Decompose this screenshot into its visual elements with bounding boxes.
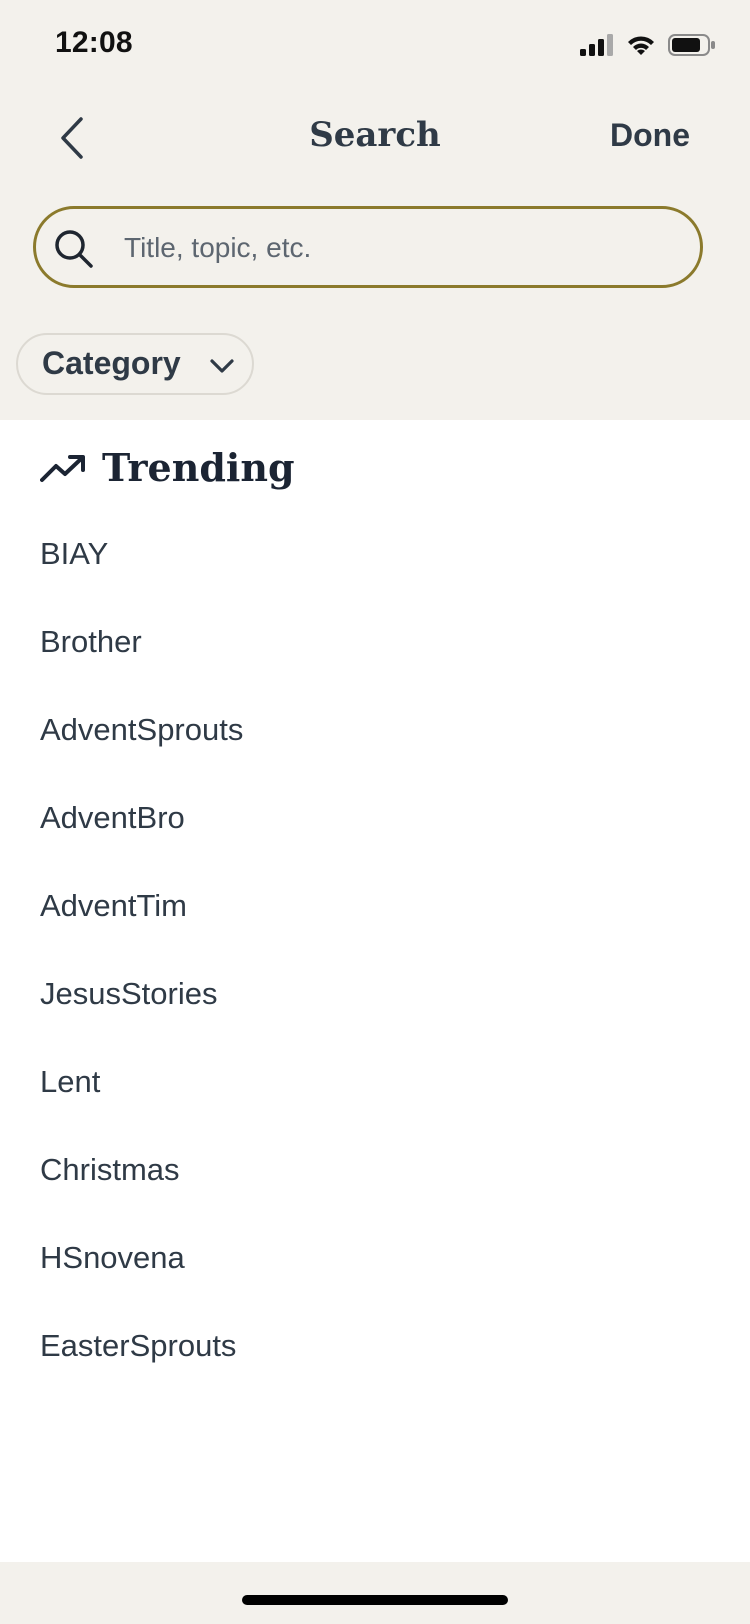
trending-item[interactable]: Lent [0,1038,750,1126]
trending-header: Trending [40,438,295,498]
trending-up-icon [40,455,85,482]
trending-section: Trending BIAY Brother AdventSprouts Adve… [0,420,750,1562]
search-field[interactable] [33,206,703,288]
navigation-bar: Search Done [0,95,750,185]
trending-item[interactable]: Brother [0,598,750,686]
trending-item[interactable]: JesusStories [0,950,750,1038]
chevron-down-icon [210,359,234,373]
search-input[interactable] [122,219,686,277]
bottom-safe-area [0,1562,750,1624]
wifi-icon [628,36,654,55]
trending-item[interactable]: HSnovena [0,1214,750,1302]
trending-item[interactable]: AdventBro [0,774,750,862]
trending-item[interactable]: AdventSprouts [0,686,750,774]
category-filter-button[interactable]: Category [16,333,254,395]
home-indicator[interactable] [242,1595,508,1605]
trending-item[interactable]: Christmas [0,1126,750,1214]
category-label: Category [42,345,181,381]
trending-item[interactable]: BIAY [0,510,750,598]
done-button[interactable]: Done [610,117,690,154]
battery-icon [668,34,715,56]
search-icon [55,230,93,268]
trending-item[interactable]: AdventTim [0,862,750,950]
trending-title: Trending [102,445,295,490]
status-bar: 12:08 [0,0,750,90]
trending-item[interactable]: EasterSprouts [0,1302,750,1390]
trending-list: BIAY Brother AdventSprouts AdventBro Adv… [0,510,750,1390]
status-time: 12:08 [55,26,133,59]
signal-icon [580,34,613,56]
status-icons [580,30,716,60]
